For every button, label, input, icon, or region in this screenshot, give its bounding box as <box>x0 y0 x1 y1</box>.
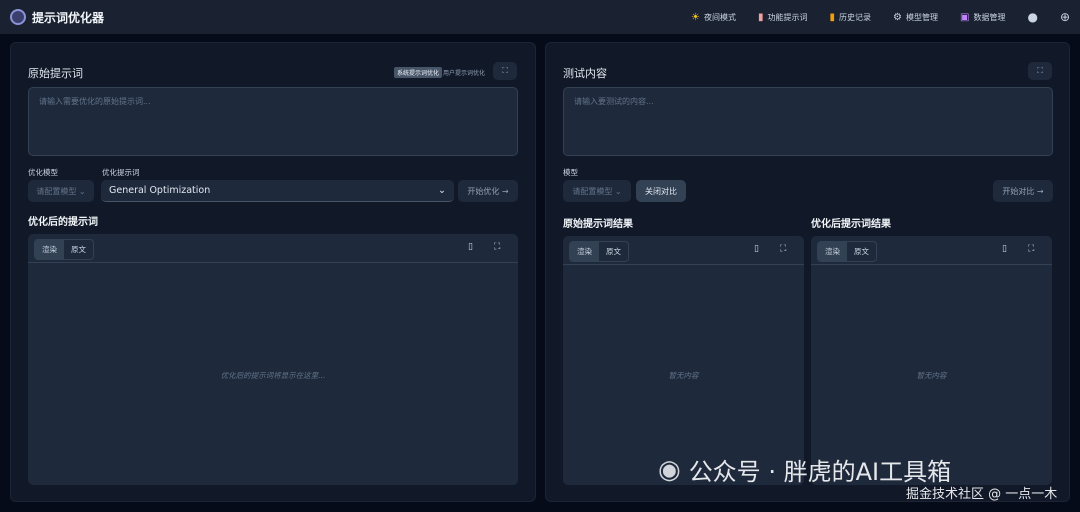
expand-icon[interactable]: ⛶ <box>1028 244 1034 254</box>
model-value: 请配置模型 <box>36 186 77 196</box>
copy-icon[interactable]: ▯ <box>1002 244 1007 254</box>
nav-label: 功能提示词 <box>767 12 808 22</box>
original-result-title: 原始提示词结果 <box>563 219 633 230</box>
document-icon: ▮ <box>758 11 764 23</box>
original-prompt-input[interactable]: 请输入需要优化的原始提示词... <box>28 87 518 156</box>
user-mode-toggle[interactable]: 用户提示词优化 <box>443 68 485 77</box>
copy-icon[interactable]: ▯ <box>468 242 473 252</box>
nav-label: 夜间模式 <box>704 12 736 22</box>
nav-label: 历史记录 <box>839 12 872 22</box>
nav-models[interactable]: ⚙ 模型管理 <box>893 12 938 23</box>
optimized-prompt-title: 优化后的提示词 <box>28 217 98 228</box>
app-title: 提示词优化器 <box>32 10 105 25</box>
wechat-icon: ◉ <box>658 454 681 485</box>
nav-label: 模型管理 <box>906 12 938 22</box>
copy-icon[interactable]: ▯ <box>754 244 759 254</box>
output-toolbar: 渲染 原文 ▯ ⛶ <box>28 234 518 263</box>
header: 提示词优化器 ☀ 夜间模式 ▮ 功能提示词 ▮ 历史记录 ⚙ 模型管理 ▣ 数据管理 ● … <box>0 0 1080 34</box>
model-value: 请配置模型 <box>572 186 613 196</box>
tab-raw[interactable]: 原文 <box>64 240 93 259</box>
chevron-down-icon: ⌄ <box>438 185 446 196</box>
expand-icon[interactable]: ⛶ <box>1028 62 1052 80</box>
logo-icon <box>10 9 26 25</box>
output-placeholder: 优化后的提示词将显示在这里... <box>220 371 326 380</box>
watermark: ◉ 公众号 · 胖虎的AI工具箱 <box>658 452 951 487</box>
tab-raw[interactable]: 原文 <box>599 242 628 261</box>
empty-text: 暂无内容 <box>668 371 699 380</box>
nav-data[interactable]: ▣ 数据管理 <box>960 12 1005 23</box>
start-compare-button[interactable]: 开始对比 → <box>993 180 1053 202</box>
template-value: General Optimization <box>109 185 211 196</box>
test-panel: 测试内容 ⛶ 请输入要测试的内容... 模型 请配置模型 ⌄ 关闭对比 开始对比… <box>545 42 1070 502</box>
nav-label: 数据管理 <box>973 12 1006 22</box>
globe-icon[interactable]: ⊕ <box>1060 10 1070 24</box>
nav-templates[interactable]: ▮ 功能提示词 <box>758 12 808 23</box>
gear-icon: ⚙ <box>893 11 902 23</box>
test-content-title: 测试内容 <box>563 67 607 80</box>
start-optimize-button[interactable]: 开始优化 → <box>458 180 518 202</box>
tab-render[interactable]: 渲染 <box>35 240 64 259</box>
template-label: 优化提示词 <box>102 168 140 177</box>
optimized-output: 渲染 原文 ▯ ⛶ 优化后的提示词将显示在这里... <box>28 234 518 485</box>
sun-icon: ☀ <box>691 11 700 23</box>
test-content-input[interactable]: 请输入要测试的内容... <box>563 87 1053 156</box>
model-select[interactable]: 请配置模型 ⌄ <box>28 180 94 202</box>
model-label: 优化模型 <box>28 168 58 177</box>
watermark-line1: 公众号 · 胖虎的AI工具箱 <box>688 458 952 486</box>
optimized-result-title: 优化后提示词结果 <box>811 219 891 230</box>
template-select[interactable]: General Optimization ⌄ <box>101 180 454 202</box>
github-icon[interactable]: ● <box>1027 10 1037 24</box>
tab-render[interactable]: 渲染 <box>570 242 599 261</box>
close-compare-button[interactable]: 关闭对比 <box>636 180 686 202</box>
expand-icon[interactable]: ⛶ <box>494 242 500 252</box>
model-select[interactable]: 请配置模型 ⌄ <box>563 180 631 202</box>
optimize-panel: 原始提示词 系统提示词优化 用户提示词优化 ⛶ 请输入需要优化的原始提示词...… <box>10 42 536 502</box>
original-result-output: 渲染 原文 ▯ ⛶ 暂无内容 <box>563 236 804 485</box>
model-label: 模型 <box>563 168 578 177</box>
tab-raw[interactable]: 原文 <box>847 242 876 261</box>
save-icon: ▣ <box>960 11 970 23</box>
history-icon: ▮ <box>829 11 836 23</box>
original-prompt-title: 原始提示词 <box>28 67 83 80</box>
optimized-result-output: 渲染 原文 ▯ ⛶ 暂无内容 <box>811 236 1052 485</box>
nav-night-mode[interactable]: ☀ 夜间模式 <box>691 12 736 23</box>
empty-text: 暂无内容 <box>916 371 947 380</box>
tab-render[interactable]: 渲染 <box>818 242 847 261</box>
system-mode-toggle[interactable]: 系统提示词优化 <box>394 67 443 78</box>
nav-history[interactable]: ▮ 历史记录 <box>830 12 872 23</box>
expand-icon[interactable]: ⛶ <box>493 62 517 80</box>
watermark-line2: 掘金技术社区 @ 一点一木 <box>906 487 1058 502</box>
expand-icon[interactable]: ⛶ <box>780 244 786 254</box>
